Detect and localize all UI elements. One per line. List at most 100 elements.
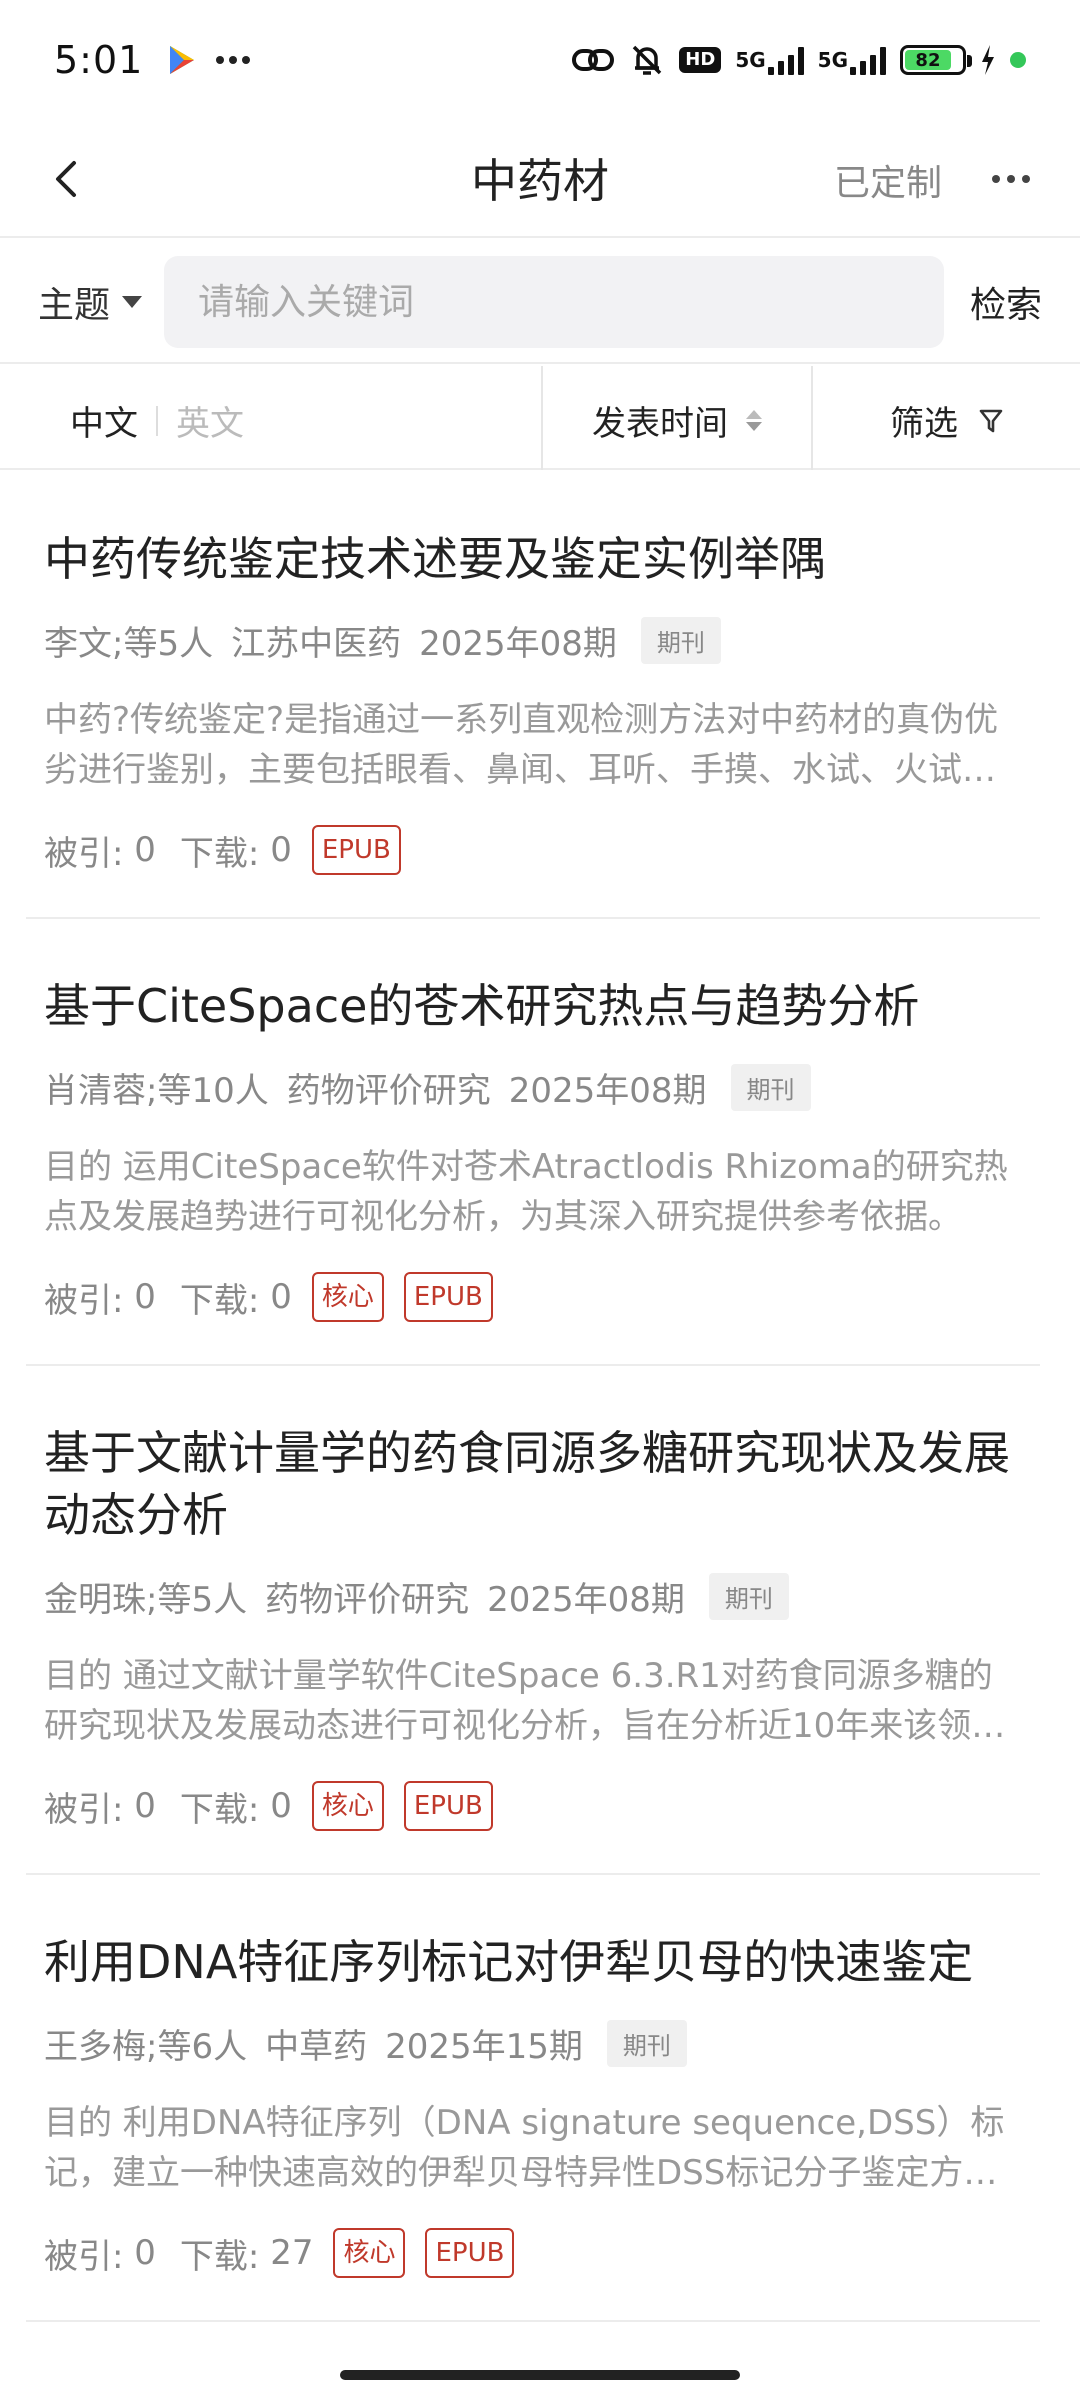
more-options-button[interactable] xyxy=(976,144,1046,214)
signal-label-1: 5G xyxy=(735,48,766,72)
article-authors: 金明珠;等5人 xyxy=(44,1580,248,1620)
signal-icon-1: 5G xyxy=(735,45,804,75)
lang-english-tab[interactable]: 英文 xyxy=(176,396,244,445)
sort-label: 发表时间 xyxy=(592,404,728,444)
lang-divider xyxy=(156,405,158,436)
cited-count: 0 xyxy=(134,1786,156,1826)
article-title[interactable]: 利用DNA特征序列标记对伊犁贝母的快速鉴定 xyxy=(44,1931,1022,1993)
caret-down-icon xyxy=(122,296,143,308)
article-list: 中药传统鉴定技术述要及鉴定实例举隅 李文;等5人 江苏中医药 2025年08期 … xyxy=(0,472,1080,2322)
article-issue: 2025年15期 xyxy=(385,2027,583,2067)
article-item[interactable]: 基于CiteSpace的苍术研究热点与趋势分析 肖清蓉;等10人 药物评价研究 … xyxy=(26,919,1040,1366)
downloads-label: 下载: xyxy=(179,1280,260,1321)
home-indicator[interactable] xyxy=(340,2370,740,2380)
cited-label: 被引: xyxy=(44,2236,124,2277)
filter-divider xyxy=(811,366,813,470)
article-authors: 李文;等5人 xyxy=(44,624,214,664)
article-issue: 2025年08期 xyxy=(419,624,617,664)
language-toggle: 中文 英文 xyxy=(70,396,244,445)
chevron-left-icon xyxy=(56,161,76,197)
article-issue: 2025年08期 xyxy=(487,1580,685,1620)
core-badge: 核心 xyxy=(311,1781,384,1831)
article-item[interactable]: 基于文献计量学的药食同源多糖研究现状及发展动态分析 金明珠;等5人 药物评价研究… xyxy=(26,1366,1040,1875)
article-type-tag: 期刊 xyxy=(708,1573,789,1620)
epub-badge: EPUB xyxy=(425,2228,515,2278)
cited-count: 0 xyxy=(134,830,156,870)
article-abstract: 目的 运用CiteSpace软件对苍术Atractlodis Rhizoma的研… xyxy=(44,1147,1008,1237)
battery-level: 82 xyxy=(905,50,951,71)
search-button[interactable]: 检索 xyxy=(970,276,1042,328)
article-issue: 2025年08期 xyxy=(508,1071,707,1111)
nav-header: 中药材 已定制 xyxy=(0,120,1080,238)
signal-bars-icon xyxy=(850,45,886,75)
article-stats: 被引: 0 下载: 0 EPUB xyxy=(44,825,1022,917)
article-type-tag: 期刊 xyxy=(640,617,721,664)
cited-label: 被引: xyxy=(44,1280,124,1321)
article-stats: 被引: 0 下载: 27 核心 EPUB xyxy=(44,2228,1022,2320)
article-type-tag: 期刊 xyxy=(606,2020,687,2067)
cited-count: 0 xyxy=(134,2233,156,2273)
signal-label-2: 5G xyxy=(817,48,848,72)
cited-label: 被引: xyxy=(44,833,124,874)
article-source: 药物评价研究 xyxy=(265,1580,470,1620)
core-badge: 核心 xyxy=(311,1272,384,1322)
article-meta: 李文;等5人 江苏中医药 2025年08期 期刊 xyxy=(44,616,1022,665)
downloads-count: 0 xyxy=(270,830,292,870)
sort-by-date-button[interactable]: 发表时间 xyxy=(592,396,762,445)
filter-label: 筛选 xyxy=(890,404,958,444)
article-stats: 被引: 0 下载: 0 核心 EPUB xyxy=(44,1272,1022,1364)
article-source: 药物评价研究 xyxy=(286,1071,491,1111)
article-abstract: 中药?传统鉴定?是指通过一系列直观检测方法对中药材的真伪优劣进行鉴别，主要包括眼… xyxy=(44,700,999,790)
customized-button[interactable]: 已定制 xyxy=(834,154,942,206)
search-row: 主题 检索 xyxy=(0,240,1080,364)
status-left-icons xyxy=(167,44,251,76)
status-bar: 5:01 HD 5G 5G 82 xyxy=(0,0,1080,120)
search-input[interactable] xyxy=(164,256,944,348)
search-scope-label: 主题 xyxy=(38,285,111,326)
article-meta: 王多梅;等6人 中草药 2025年15期 期刊 xyxy=(44,2019,1022,2068)
epub-badge: EPUB xyxy=(311,825,401,875)
status-time: 5:01 xyxy=(54,38,144,82)
article-source: 中草药 xyxy=(265,2027,368,2067)
downloads-count: 0 xyxy=(270,1277,292,1317)
article-title[interactable]: 基于CiteSpace的苍术研究热点与趋势分析 xyxy=(44,975,1022,1037)
filter-button[interactable]: 筛选 xyxy=(890,396,1004,445)
article-title[interactable]: 基于文献计量学的药食同源多糖研究现状及发展动态分析 xyxy=(44,1422,1022,1546)
signal-icon-2: 5G xyxy=(818,45,886,75)
lang-chinese-tab[interactable]: 中文 xyxy=(70,396,138,445)
article-abstract: 目的 通过文献计量学软件CiteSpace 6.3.R1对药食同源多糖的研究现状… xyxy=(44,1656,1006,1746)
funnel-icon xyxy=(979,409,1003,432)
privacy-indicator-dot xyxy=(1010,52,1026,68)
play-store-icon xyxy=(167,44,197,76)
article-item[interactable]: 中药传统鉴定技术述要及鉴定实例举隅 李文;等5人 江苏中医药 2025年08期 … xyxy=(26,472,1040,919)
downloads-label: 下载: xyxy=(179,833,260,874)
article-item[interactable]: 利用DNA特征序列标记对伊犁贝母的快速鉴定 王多梅;等6人 中草药 2025年1… xyxy=(26,1875,1040,2322)
downloads-label: 下载: xyxy=(179,2236,260,2277)
downloads-count: 0 xyxy=(270,1786,292,1826)
article-meta: 金明珠;等5人 药物评价研究 2025年08期 期刊 xyxy=(44,1572,1022,1621)
downloads-label: 下载: xyxy=(179,1789,260,1830)
more-dots-icon xyxy=(215,55,251,65)
filter-row: 中文 英文 发表时间 筛选 xyxy=(0,366,1080,470)
battery-icon: 82 xyxy=(900,45,972,75)
epub-badge: EPUB xyxy=(403,1272,493,1322)
cited-label: 被引: xyxy=(44,1789,124,1830)
core-badge: 核心 xyxy=(333,2228,406,2278)
article-abstract: 目的 利用DNA特征序列（DNA signature sequence,DSS）… xyxy=(44,2103,1005,2193)
downloads-count: 27 xyxy=(270,2233,314,2273)
filter-divider xyxy=(541,366,543,470)
article-authors: 王多梅;等6人 xyxy=(44,2027,248,2067)
epub-badge: EPUB xyxy=(403,1781,493,1831)
search-scope-select[interactable]: 主题 xyxy=(38,276,143,328)
status-right-icons: HD 5G 5G 82 xyxy=(571,42,1026,78)
mute-bell-icon xyxy=(629,42,665,78)
link-icon xyxy=(571,45,615,75)
sort-arrows-icon xyxy=(746,410,762,431)
charging-bolt-icon xyxy=(980,45,996,75)
hd-badge: HD xyxy=(679,47,722,73)
cited-count: 0 xyxy=(134,1277,156,1317)
article-title[interactable]: 中药传统鉴定技术述要及鉴定实例举隅 xyxy=(44,528,1022,590)
more-horizontal-icon xyxy=(992,175,1030,183)
back-button[interactable] xyxy=(30,144,100,214)
article-stats: 被引: 0 下载: 0 核心 EPUB xyxy=(44,1781,1022,1873)
